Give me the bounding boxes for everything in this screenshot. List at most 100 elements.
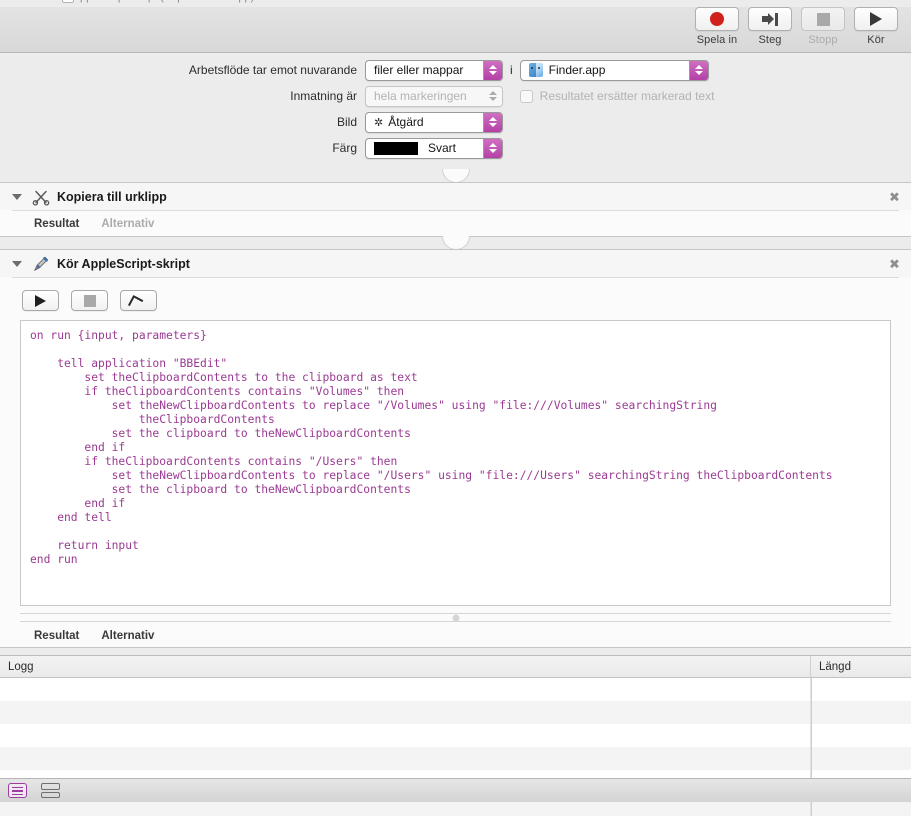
workflow-image-value: Åtgärd — [388, 115, 424, 129]
stop-icon — [816, 12, 830, 26]
stop-button-face — [801, 7, 845, 31]
bottom-status-bar — [0, 778, 911, 802]
tab-resultat[interactable]: Resultat — [34, 630, 79, 642]
table-row[interactable] — [0, 724, 911, 747]
action-title: Kopiera till urklipp — [57, 189, 167, 204]
close-icon[interactable]: ✖ — [888, 257, 901, 270]
chevron-updown-icon — [483, 86, 502, 106]
compile-script-button[interactable] — [120, 290, 157, 311]
stop-script-button[interactable] — [71, 290, 108, 311]
workflow-color-select[interactable]: Svart — [365, 137, 503, 159]
clipped-top-row: ppelscript-skript (Kopiera till urklipp) — [0, 0, 911, 7]
disclosure-triangle-icon[interactable] — [12, 260, 22, 267]
action-card-run-applescript[interactable]: Kör AppleScript-skript ✖ on run {input, … — [0, 249, 911, 648]
tab-alternativ[interactable]: Alternativ — [101, 630, 154, 642]
log-cell-langd — [811, 701, 911, 724]
tab-alternativ[interactable]: Alternativ — [101, 218, 154, 230]
workflow-receives-select[interactable]: filer eller mappar — [365, 59, 503, 81]
step-button-face — [748, 7, 792, 31]
script-toolbar — [0, 278, 911, 320]
workflow-image-row: Bild ✲ Åtgärd — [0, 111, 520, 133]
color-swatch — [374, 141, 418, 155]
log-column-logg[interactable]: Logg — [0, 656, 811, 677]
workflow-actions-area: Kopiera till urklipp ✖ Resultat Alternat… — [0, 170, 911, 655]
log-cell-logg — [0, 701, 811, 724]
table-row[interactable] — [0, 747, 911, 770]
table-row[interactable] — [0, 701, 911, 724]
workflow-settings-panel: Arbetsflöde tar emot nuvarande filer ell… — [0, 54, 911, 170]
tab-resultat[interactable]: Resultat — [34, 218, 79, 230]
workflow-receives-row: Arbetsflöde tar emot nuvarande filer ell… — [0, 59, 760, 81]
chevron-updown-icon[interactable] — [688, 60, 708, 80]
script-source[interactable]: on run {input, parameters} tell applicat… — [21, 321, 890, 575]
run-button[interactable]: Kör — [853, 7, 899, 46]
replaces-selected-text-label: Resultatet ersätter markerad text — [539, 89, 715, 103]
main-toolbar: Spela in Steg Stopp Kör — [0, 7, 911, 53]
step-button[interactable]: Steg — [747, 7, 793, 46]
record-button-label: Spela in — [696, 34, 738, 46]
action-tabs: Resultat Alternativ — [0, 211, 911, 236]
stop-icon — [83, 294, 96, 307]
close-icon[interactable]: ✖ — [888, 190, 901, 203]
stop-button-label: Stopp — [808, 34, 838, 46]
stop-button: Stopp — [800, 7, 846, 46]
log-list-view-button[interactable] — [8, 783, 27, 798]
log-cell-logg — [0, 678, 811, 701]
log-column-langd[interactable]: Längd — [811, 656, 911, 677]
action-connector-notch — [0, 237, 911, 249]
step-button-label: Steg — [758, 34, 782, 46]
chevron-updown-icon[interactable] — [483, 112, 502, 132]
clipped-top-row-content: ppelscript-skript (Kopiera till urklipp) — [62, 0, 254, 3]
action-connector-notch — [0, 170, 911, 182]
workflow-app-select[interactable]: Finder.app — [519, 59, 709, 81]
log-cell-logg — [0, 724, 811, 747]
workflow-receives-label: Arbetsflöde tar emot nuvarande — [188, 63, 357, 77]
workflow-input-select: hela markeringen — [365, 85, 503, 107]
action-card-copy-to-clipboard[interactable]: Kopiera till urklipp ✖ Resultat Alternat… — [0, 182, 911, 237]
applescript-icon — [32, 255, 50, 273]
log-cell-logg — [0, 747, 811, 770]
scissors-icon — [32, 188, 50, 206]
play-icon — [35, 294, 46, 307]
record-button[interactable]: Spela in — [694, 7, 740, 46]
action-header[interactable]: Kör AppleScript-skript ✖ — [0, 250, 911, 277]
table-row[interactable] — [0, 678, 911, 701]
workflow-input-row: Inmatning är hela markeringen i Resultat… — [0, 85, 760, 107]
action-header[interactable]: Kopiera till urklipp ✖ — [0, 183, 911, 210]
hammer-icon — [132, 294, 146, 308]
workflow-color-value: Svart — [428, 141, 457, 155]
workflow-image-select[interactable]: ✲ Åtgärd — [365, 111, 503, 133]
workflow-app-value: Finder.app — [548, 63, 606, 77]
log-cell-langd — [811, 747, 911, 770]
action-tabs: Resultat Alternativ — [0, 622, 911, 647]
gear-icon: ✲ — [374, 116, 384, 129]
log-cell-langd — [811, 678, 911, 701]
workflow-receives-value: filer eller mappar — [374, 63, 464, 77]
script-resize-handle[interactable] — [20, 613, 891, 622]
clipped-top-row-label: ppelscript-skript (Kopiera till urklipp) — [80, 0, 254, 3]
play-icon — [870, 12, 882, 26]
log-split-view-button[interactable] — [41, 783, 60, 798]
script-editor[interactable]: on run {input, parameters} tell applicat… — [20, 320, 891, 606]
checkbox-icon — [519, 89, 533, 103]
toolbar-button-group: Spela in Steg Stopp Kör — [694, 7, 899, 46]
workflow-input-value: hela markeringen — [374, 89, 467, 103]
replaces-selected-text-checkbox: Resultatet ersätter markerad text — [519, 89, 715, 103]
chevron-updown-icon[interactable] — [483, 138, 502, 158]
log-cell-langd — [811, 724, 911, 747]
run-button-face — [854, 7, 898, 31]
workflow-image-label: Bild — [336, 115, 357, 129]
clipped-checkbox-icon — [62, 0, 74, 3]
workflow-color-row: Färg Svart — [0, 137, 520, 159]
workflow-in-label: i — [510, 63, 513, 77]
run-script-button[interactable] — [22, 290, 59, 311]
chevron-updown-icon[interactable] — [483, 60, 502, 80]
workflow-color-label: Färg — [332, 141, 357, 155]
run-button-label: Kör — [867, 34, 885, 46]
log-table-header: Logg Längd — [0, 656, 911, 678]
disclosure-triangle-icon[interactable] — [12, 193, 22, 200]
action-title: Kör AppleScript-skript — [57, 256, 190, 271]
record-icon — [710, 12, 724, 26]
workflow-input-label: Inmatning är — [290, 89, 357, 103]
finder-app-icon — [528, 63, 543, 77]
